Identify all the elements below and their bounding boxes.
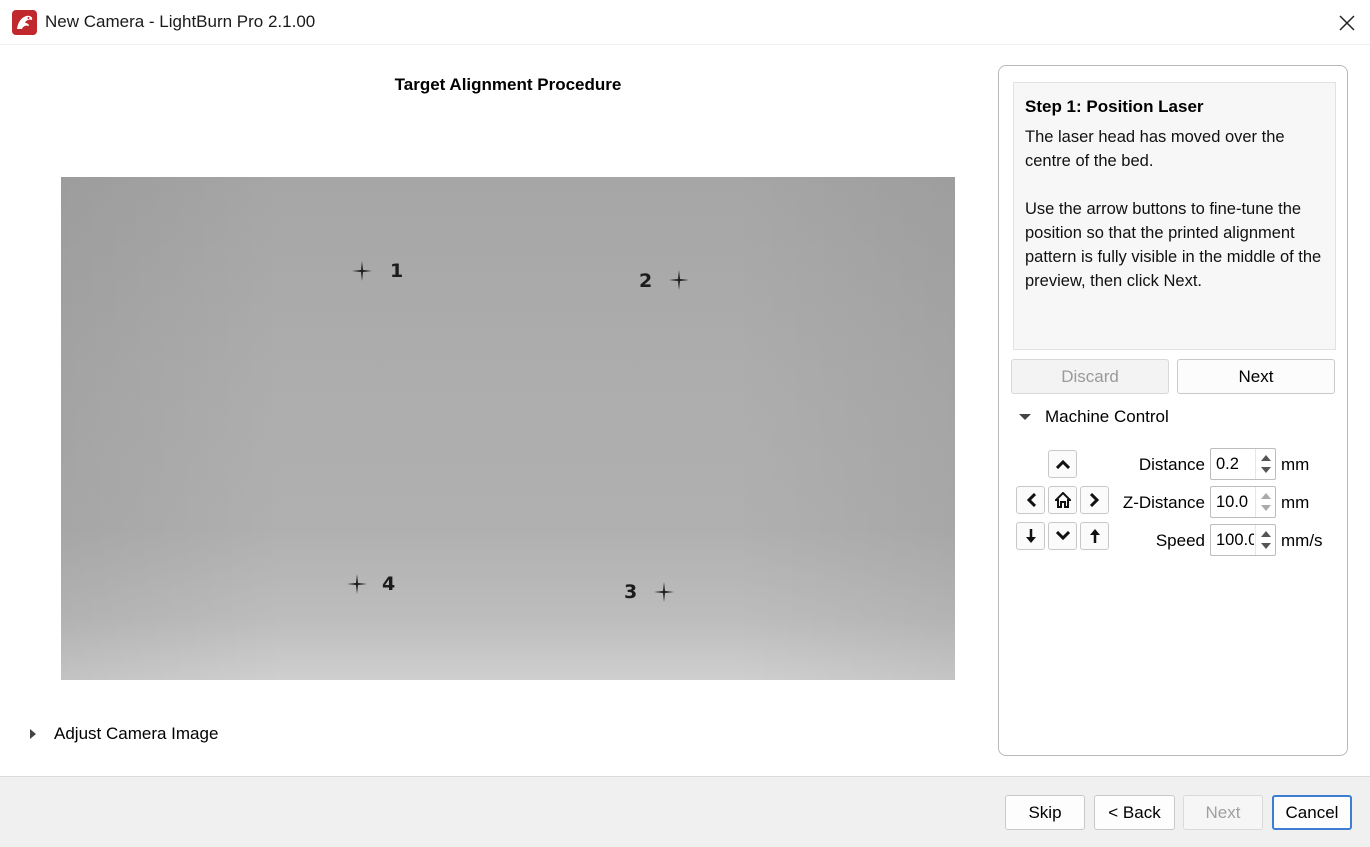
speed-input[interactable]: 100.0 — [1210, 524, 1276, 556]
z-distance-value: 10.0 — [1216, 493, 1249, 511]
window-title: New Camera - LightBurn Pro 2.1.00 — [45, 12, 316, 31]
title-bar: New Camera - LightBurn Pro 2.1.00 — [0, 0, 1370, 45]
z-up-button[interactable] — [1080, 522, 1109, 550]
speed-unit: mm/s — [1281, 531, 1323, 550]
alignment-marker-1 — [352, 261, 372, 281]
distance-unit: mm — [1281, 455, 1310, 474]
discard-button[interactable]: Discard — [1011, 359, 1169, 394]
step-next-button[interactable]: Next — [1177, 359, 1335, 394]
z-up-icon — [1089, 529, 1100, 543]
jog-up-button[interactable] — [1048, 450, 1077, 478]
z-down-icon — [1025, 529, 1036, 543]
home-icon — [1054, 492, 1071, 508]
step-instructions: Step 1: Position Laser The laser head ha… — [1013, 82, 1336, 350]
speed-value: 100.0 — [1216, 531, 1254, 549]
chevron-down-icon — [1019, 414, 1031, 420]
marker-label-4: 4 — [382, 573, 396, 595]
dialog-body: Target Alignment Procedure 1 2 3 4 Adjus… — [0, 45, 1370, 776]
distance-label: Distance — [1138, 455, 1205, 474]
spin-down-icon[interactable] — [1261, 467, 1271, 473]
arrow-down-icon — [1055, 531, 1070, 541]
step-panel: Step 1: Position Laser The laser head ha… — [998, 65, 1348, 756]
alignment-marker-2 — [669, 270, 689, 290]
spin-up-icon[interactable] — [1261, 531, 1271, 537]
z-distance-input[interactable]: 10.0 — [1210, 486, 1276, 518]
jog-left-button[interactable] — [1016, 486, 1045, 514]
alignment-marker-3 — [654, 582, 674, 602]
cancel-button[interactable]: Cancel — [1272, 795, 1352, 830]
distance-value: 0.2 — [1216, 455, 1239, 473]
procedure-title: Target Alignment Procedure — [394, 75, 622, 94]
speed-label: Speed — [1155, 531, 1205, 550]
z-down-button[interactable] — [1016, 522, 1045, 550]
chevron-right-icon — [30, 729, 36, 739]
alignment-marker-4 — [347, 574, 367, 594]
camera-preview: 1 2 3 4 — [61, 177, 955, 680]
spin-up-icon[interactable] — [1261, 455, 1271, 461]
home-button[interactable] — [1048, 486, 1077, 514]
spin-down-icon[interactable] — [1261, 505, 1271, 511]
arrow-up-icon — [1055, 459, 1070, 469]
dialog-footer: Skip < Back Next Cancel — [0, 776, 1370, 847]
spin-down-icon[interactable] — [1261, 543, 1271, 549]
adjust-camera-image-label: Adjust Camera Image — [54, 724, 219, 743]
machine-control-toggle[interactable]: Machine Control — [1019, 407, 1169, 427]
skip-button[interactable]: Skip — [1005, 795, 1085, 830]
spin-up-icon[interactable] — [1261, 493, 1271, 499]
jog-right-button[interactable] — [1080, 486, 1109, 514]
arrow-right-icon — [1089, 493, 1099, 507]
marker-label-3: 3 — [624, 581, 638, 603]
z-distance-unit: mm — [1281, 493, 1310, 512]
adjust-camera-image-toggle[interactable]: Adjust Camera Image — [30, 724, 218, 744]
marker-label-1: 1 — [390, 260, 404, 282]
z-distance-label: Z-Distance — [1122, 493, 1205, 512]
arrow-left-icon — [1026, 493, 1036, 507]
back-button[interactable]: < Back — [1094, 795, 1175, 830]
step-paragraph-2: Use the arrow buttons to fine-tune the p… — [1025, 200, 1322, 290]
marker-label-2: 2 — [639, 270, 653, 292]
step-paragraph-1: The laser head has moved over the centre… — [1025, 128, 1285, 170]
machine-control-label: Machine Control — [1045, 407, 1169, 426]
close-icon — [1339, 14, 1355, 31]
lightburn-logo-icon — [12, 10, 37, 35]
next-button[interactable]: Next — [1183, 795, 1263, 830]
step-title: Step 1: Position Laser — [1025, 97, 1204, 116]
jog-down-button[interactable] — [1048, 522, 1077, 550]
distance-input[interactable]: 0.2 — [1210, 448, 1276, 480]
close-button[interactable] — [1324, 0, 1370, 45]
